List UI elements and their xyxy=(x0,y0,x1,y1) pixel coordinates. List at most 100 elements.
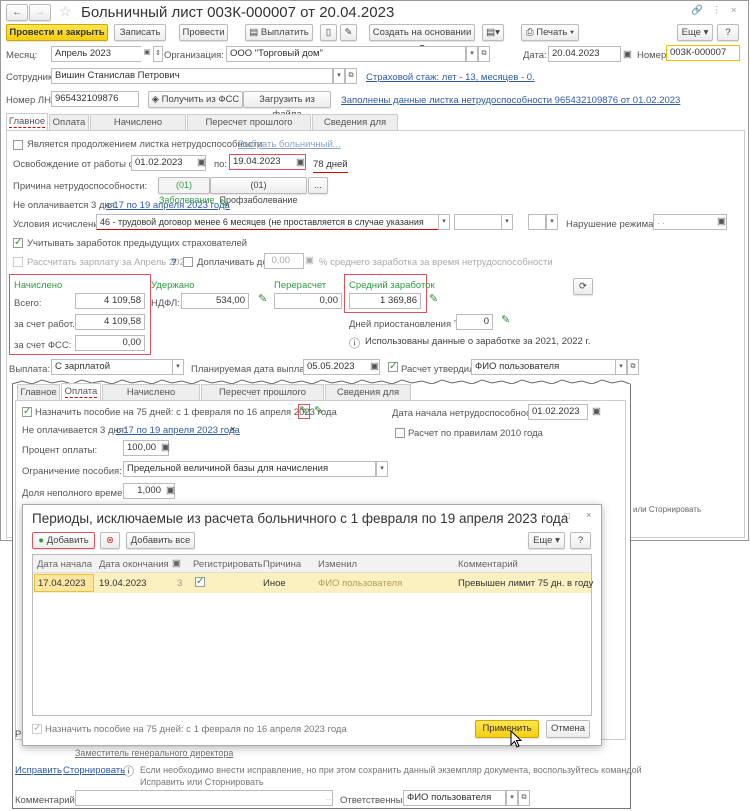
refresh-button[interactable]: ⟳ xyxy=(573,278,593,295)
approved-dropdown[interactable]: ▾ xyxy=(615,359,627,375)
conditions-dropdown[interactable]: ▾ xyxy=(438,214,450,230)
reason-occupational-button[interactable]: (01) Профзаболевание xyxy=(210,177,307,205)
pencil-icon[interactable]: ✎ xyxy=(501,313,510,326)
ln-field[interactable]: 965432109876 xyxy=(51,91,139,107)
employee-field[interactable]: Вишин Станислав Петрович xyxy=(51,68,333,84)
pencil-icon[interactable]: ✎ xyxy=(258,292,267,305)
attach-button[interactable]: ✎ xyxy=(340,24,357,41)
col-start[interactable]: Дата начала xyxy=(37,559,92,570)
get-fss-button[interactable]: ◈ Получить из ФСС xyxy=(148,91,243,108)
clear-icon[interactable]: × xyxy=(230,424,236,435)
assign-checkbox[interactable]: ✓ xyxy=(22,407,32,417)
cancel-button[interactable]: Отмена xyxy=(546,720,590,738)
org-field[interactable]: ООО "Торговый дом" xyxy=(226,46,466,62)
menu-icon[interactable]: ⋮ xyxy=(540,512,550,523)
add-all-button[interactable]: Добавить все xyxy=(126,532,195,549)
conditions-code-field[interactable] xyxy=(528,214,546,230)
reason-more-button[interactable]: ... xyxy=(308,177,328,194)
tab-recalc[interactable]: Пересчет прошлого периода xyxy=(187,114,311,143)
payout-dropdown[interactable]: ▾ xyxy=(172,359,184,375)
date-field[interactable]: 20.04.2023 xyxy=(548,46,621,62)
cell-start[interactable]: 17.04.2023 xyxy=(34,574,94,592)
conditions-extra-field[interactable] xyxy=(454,214,502,230)
calendar-icon[interactable]: ▣ xyxy=(623,49,632,60)
col-register[interactable]: Регистрировать xyxy=(193,559,263,570)
delete-button[interactable]: ⊗ xyxy=(100,532,120,549)
tab-recalc[interactable]: Пересчет прошлого периода xyxy=(201,384,324,413)
calendar-icon[interactable]: ▣ xyxy=(197,157,206,168)
close-icon[interactable]: × xyxy=(731,5,737,16)
rules2010-checkbox[interactable] xyxy=(395,428,405,438)
tab-main[interactable]: Главное xyxy=(17,384,60,400)
fix-link[interactable]: Исправить xyxy=(15,765,62,776)
col-comment[interactable]: Комментарий xyxy=(458,559,518,570)
tab-accrued[interactable]: Начислено (подробно) xyxy=(102,384,200,413)
help-button[interactable]: ? xyxy=(717,24,739,41)
month-spinner[interactable]: ⇕ xyxy=(153,46,163,62)
org-open-button[interactable]: ⧉ xyxy=(478,46,490,62)
choose-sick-link[interactable]: Выбрать больничный... xyxy=(238,139,341,150)
back-button[interactable]: ← xyxy=(6,4,28,21)
link-icon[interactable]: 🔗 xyxy=(691,5,703,16)
limit-field[interactable]: Предельной величиной базы для начисления… xyxy=(123,461,376,477)
tab-main[interactable]: Главное xyxy=(6,113,48,130)
employee-open-button[interactable]: ⧉ xyxy=(345,68,357,84)
reason-disease-button[interactable]: (01) Заболевание xyxy=(158,177,214,205)
pay-button[interactable]: ▤ Выплатить xyxy=(245,24,313,41)
tab-payment[interactable]: Оплата xyxy=(61,383,101,400)
save-button[interactable]: Записать xyxy=(114,24,166,41)
dialog-assign-checkbox[interactable]: ✓ xyxy=(32,724,42,734)
report-button[interactable]: ▯ xyxy=(320,24,337,41)
post-close-button[interactable]: Провести и закрыть xyxy=(6,24,108,41)
load-file-button[interactable]: Загрузить из файла xyxy=(243,91,331,120)
star-icon[interactable]: ☆ xyxy=(59,3,72,20)
responsible-dropdown[interactable]: ▾ xyxy=(506,790,518,806)
apply-button[interactable]: Применить xyxy=(475,720,539,738)
fss-field[interactable]: 0,00 xyxy=(75,335,145,351)
approved-field[interactable]: ФИО пользователя xyxy=(471,359,616,375)
unpaid-link[interactable]: с 17 по 19 апреля 2023 года xyxy=(116,425,240,436)
menu-icon[interactable]: ⋮ xyxy=(712,5,722,16)
release-to-field[interactable]: 19.04.2023 xyxy=(229,154,306,170)
calendar-icon[interactable]: ▣ xyxy=(370,361,379,372)
more-button[interactable]: Еще ▾ xyxy=(677,24,713,41)
org-dropdown[interactable]: ▾ xyxy=(466,46,478,62)
start-field[interactable]: 01.02.2023 xyxy=(528,404,588,420)
calc-salary-checkbox[interactable] xyxy=(13,257,23,267)
comment-field[interactable] xyxy=(75,790,333,806)
add-button[interactable]: ● Добавить xyxy=(32,532,95,549)
calendar-icon[interactable]: ▣ xyxy=(172,558,181,569)
calculator-icon[interactable]: ▣ xyxy=(161,442,170,453)
docs-button[interactable]: ▤▾ xyxy=(482,24,504,41)
edit-clear-icon[interactable]: ✎ xyxy=(219,197,228,210)
comment-more[interactable]: … xyxy=(325,792,335,803)
recalc-field[interactable]: 0,00 xyxy=(274,293,342,309)
conditions-field[interactable]: 46 - трудовой договор менее 6 месяцев (н… xyxy=(96,214,439,230)
col-changed[interactable]: Изменил xyxy=(318,559,357,570)
tab-fss[interactable]: Сведения для ФСС xyxy=(312,114,398,143)
unpaid-link[interactable]: с 17 по 19 апреля 2023 года xyxy=(106,200,230,211)
pay-up-checkbox[interactable] xyxy=(183,257,193,267)
filled-data-link[interactable]: Заполнены данные листка нетрудоспособнос… xyxy=(341,95,680,106)
responsible-field[interactable]: ФИО пользователя xyxy=(403,790,506,806)
edit-clear-icon[interactable]: ✎ xyxy=(314,404,323,417)
reverse-link[interactable]: Сторнировать xyxy=(63,765,125,776)
create-based-button[interactable]: Создать на основании ▾ xyxy=(369,24,475,53)
conditions-code-dropdown[interactable]: ▾ xyxy=(546,214,558,230)
close-icon[interactable]: × xyxy=(586,510,592,521)
employee-dropdown[interactable]: ▾ xyxy=(333,68,345,84)
month-field[interactable]: Апрель 2023 xyxy=(51,46,151,62)
dialog-more-button[interactable]: Еще ▾ xyxy=(528,532,565,549)
tab-payment[interactable]: Оплата xyxy=(49,114,89,130)
responsible-open-button[interactable]: ⧉ xyxy=(518,790,530,806)
ndfl-field[interactable]: 534,00 xyxy=(181,293,249,309)
payout-field[interactable]: С зарплатой xyxy=(51,359,173,375)
planned-field[interactable]: 05.05.2023 xyxy=(303,359,380,375)
calendar-icon[interactable]: ▣ xyxy=(717,216,726,227)
maximize-icon[interactable]: □ xyxy=(564,511,570,522)
col-reason[interactable]: Причина xyxy=(263,559,301,570)
deputy-link[interactable]: Заместитель генерального директора xyxy=(75,748,233,758)
pay-up-field[interactable]: 0,00 xyxy=(264,253,304,269)
calculator-icon[interactable]: ▣ xyxy=(166,485,175,496)
avg-field[interactable]: 1 369,86 xyxy=(349,293,421,309)
